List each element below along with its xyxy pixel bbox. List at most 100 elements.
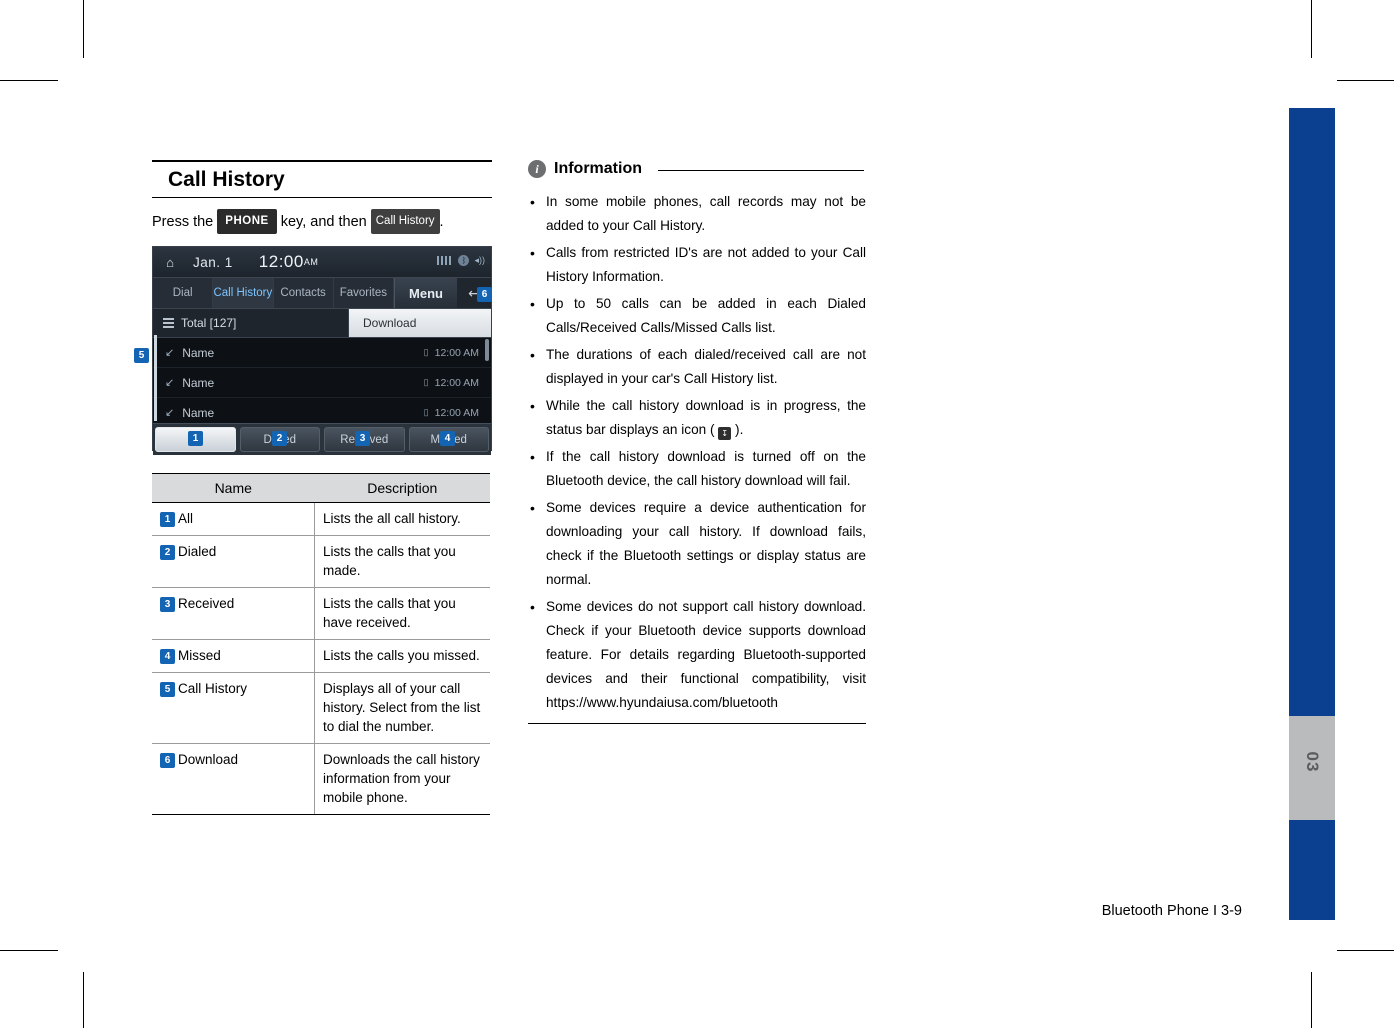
list-item-time: 12:00 AM — [434, 406, 479, 419]
crop-mark-bottom-right-vertical — [1311, 972, 1312, 1028]
crop-mark-bottom-right-horizontal — [1337, 950, 1394, 951]
callout-1: 1 — [188, 428, 203, 446]
row-name: Dialed — [178, 544, 217, 559]
information-item-with-icon: While the call history download is in pr… — [528, 394, 866, 442]
section-heading: Call History — [152, 160, 492, 198]
table-cell-name: 4 Missed — [152, 639, 315, 673]
page-footer: Bluetooth Phone I 3-9 — [1101, 903, 1242, 919]
crop-mark-top-left-vertical — [83, 0, 84, 58]
row-badge: 1 — [160, 512, 175, 527]
table-row: 4 Missed Lists the calls you missed. — [152, 639, 490, 673]
crop-mark-bottom-left-vertical — [83, 972, 84, 1028]
device-icon: ▯ — [423, 377, 429, 387]
list-highlight-bar — [154, 335, 157, 421]
row-name: Missed — [178, 648, 221, 663]
hu-date: Jan. 1 — [193, 254, 233, 270]
row-name: All — [178, 511, 194, 526]
information-column: i Information In some mobile phones, cal… — [528, 160, 866, 724]
table-cell-description: Lists the calls you missed. — [314, 639, 490, 673]
header-rule — [658, 169, 864, 171]
crop-mark-top-left-horizontal — [0, 80, 58, 81]
hu-clock: 12:00AM — [258, 252, 319, 271]
table-cell-description: Lists the calls that you have received. — [314, 587, 490, 640]
crop-mark-bottom-left-horizontal — [0, 950, 58, 951]
table-cell-name: 3 Received — [152, 587, 315, 640]
table-cell-description: Lists the all call history. — [314, 502, 490, 536]
download-button[interactable]: Download — [349, 309, 491, 337]
total-count: Total [127] — [153, 309, 349, 337]
callout-4: 4 — [440, 428, 455, 446]
list-item-time: 12:00 AM — [434, 346, 479, 359]
call-history-key-chip: Call History — [370, 209, 440, 234]
list-item-name: Name — [182, 405, 215, 420]
callout-5: 5 — [134, 345, 149, 363]
information-item: In some mobile phones, call records may … — [528, 190, 866, 238]
download-status-icon: ↧ — [718, 427, 732, 440]
list-item[interactable]: ↙ Name ▯ 12:00 AM — [153, 368, 491, 398]
incoming-call-icon: ↙ — [165, 377, 175, 389]
incoming-call-icon: ↙ — [165, 347, 175, 359]
instruction-text-2: key, and then — [280, 214, 367, 230]
list-item-name: Name — [182, 345, 215, 360]
callout-2: 2 — [272, 428, 287, 446]
tab-favorites[interactable]: Favorites — [334, 278, 394, 308]
row-badge: 5 — [160, 682, 175, 697]
table-row: 5 Call History Displays all of your call … — [152, 672, 490, 744]
hu-clock-ampm: AM — [303, 257, 319, 267]
table-row: 2 Dialed Lists the calls that you made. — [152, 535, 490, 588]
table-cell-name: 6 Download — [152, 743, 315, 815]
list-scrollbar[interactable] — [485, 339, 489, 361]
hu-status-bar: ⌂ Jan. 1 12:00AM ᛒ ◂)) — [153, 247, 491, 278]
information-item: If the call history download is turned o… — [528, 445, 866, 493]
device-icon: ▯ — [423, 347, 429, 357]
bluetooth-icon: ᛒ — [458, 255, 470, 266]
information-item: Calls from restricted ID's are not added… — [528, 241, 866, 289]
information-item-text: While the call history download is in pr… — [546, 398, 866, 440]
row-name: Call History — [178, 681, 248, 696]
hu-status-icons: ᛒ ◂)) — [437, 255, 485, 266]
list-icon — [163, 318, 174, 328]
device-icon: ▯ — [423, 407, 429, 417]
information-list: In some mobile phones, call records may … — [528, 190, 866, 715]
tab-contacts[interactable]: Contacts — [274, 278, 334, 308]
information-header: i Information — [528, 160, 866, 180]
home-icon[interactable]: ⌂ — [153, 255, 187, 270]
information-item: Up to 50 calls can be added in each Dial… — [528, 292, 866, 340]
hu-sub-bar: Total [127] Download — [153, 309, 491, 338]
info-icon: i — [528, 160, 546, 178]
table-header-name: Name — [152, 473, 315, 503]
row-name: Received — [178, 596, 235, 611]
instruction-line: Press the PHONE key, and then Call Histo… — [152, 209, 492, 234]
table-cell-description: Downloads the call history information f… — [314, 743, 490, 815]
callout-6: 6 — [477, 284, 492, 302]
left-column: Call History Press the PHONE key, and th… — [152, 160, 492, 455]
hu-tab-bar: Dial Call History Contacts Favorites Men… — [153, 278, 491, 309]
information-item: Some devices require a device authentica… — [528, 496, 866, 592]
row-name: Download — [178, 752, 239, 767]
table-cell-description: Lists the calls that you made. — [314, 535, 490, 588]
incoming-call-icon: ↙ — [165, 407, 175, 419]
table-cell-name: 2 Dialed — [152, 535, 315, 588]
list-item[interactable]: ↙ Name ▯ 12:00 AM — [153, 338, 491, 368]
phone-key-chip: PHONE — [217, 209, 277, 234]
volume-icon: ◂)) — [474, 255, 485, 265]
page-title: Call History — [168, 168, 285, 191]
menu-button[interactable]: Menu — [394, 278, 457, 308]
row-badge: 2 — [160, 545, 175, 560]
row-badge: 3 — [160, 597, 175, 612]
table-cell-name: 5 Call History — [152, 672, 315, 744]
table-header-description: Description — [314, 473, 490, 503]
information-bottom-rule — [528, 723, 866, 724]
tab-call-history[interactable]: Call History — [213, 278, 274, 308]
row-badge: 6 — [160, 753, 175, 768]
instruction-text-3: . — [439, 214, 444, 230]
row-badge: 4 — [160, 649, 175, 664]
tab-dial[interactable]: Dial — [153, 278, 214, 308]
callout-3: 3 — [355, 428, 370, 446]
table-row: 3 Received Lists the calls that you have … — [152, 587, 490, 640]
table-header-row: Name Description — [152, 473, 490, 503]
description-table: Name Description 1 All Lists the all call… — [152, 473, 490, 815]
information-title: Information — [554, 160, 642, 177]
total-count-label: Total [127] — [181, 316, 237, 330]
chapter-number: 03 — [1303, 751, 1322, 773]
